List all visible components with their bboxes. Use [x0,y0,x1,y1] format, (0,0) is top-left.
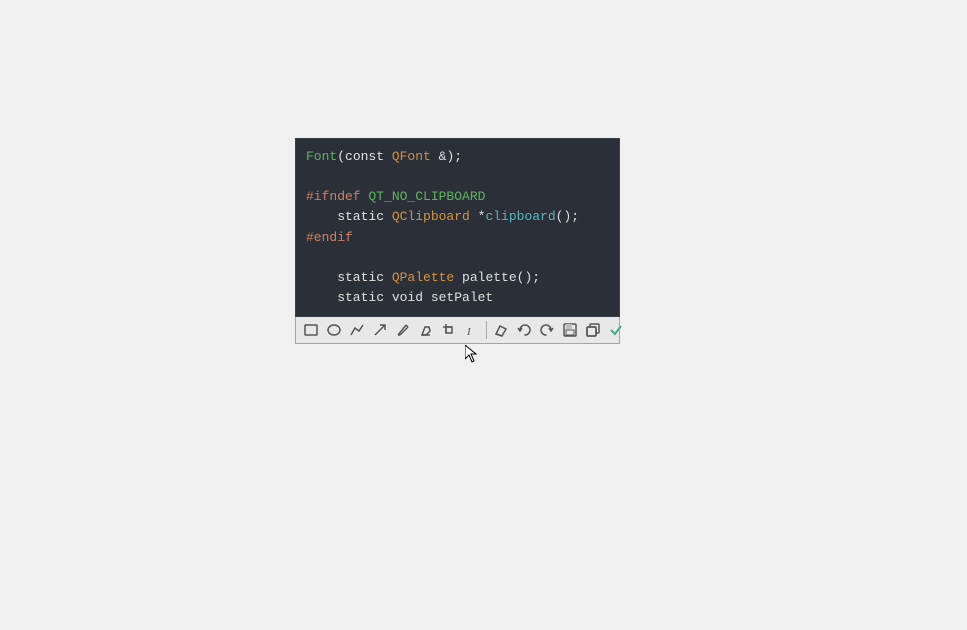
code-token: clipboard [485,209,555,224]
arrow-tool-button[interactable] [369,319,391,341]
code-block: Font(const QFont &); #ifndef QT_NO_CLIPB… [295,138,620,317]
code-token: * [470,209,486,224]
code-token: QClipboard [392,209,470,224]
code-token: palette(); [454,270,540,285]
toolbar-separator [486,321,487,339]
code-token: static [306,209,392,224]
code-line [306,167,609,187]
line-tool-button[interactable] [346,319,368,341]
undo-button[interactable] [513,319,535,341]
confirm-button[interactable] [605,319,627,341]
eraser-tool-button[interactable] [490,319,512,341]
code-token: #endif [306,230,353,245]
code-line: #endif [306,228,609,248]
code-token: (); [556,209,579,224]
rectangle-tool-button[interactable] [300,319,322,341]
code-line: static QPalette palette(); [306,268,609,288]
svg-text:I: I [466,326,472,337]
redo-button[interactable] [536,319,558,341]
code-token: QT_NO_CLIPBOARD [361,189,486,204]
crop-tool-button[interactable] [438,319,460,341]
code-line [306,248,609,268]
code-token: QPalette [392,270,454,285]
save-button[interactable] [559,319,581,341]
code-token: (const [337,149,392,164]
copy-button[interactable] [582,319,604,341]
code-token: Font [306,149,337,164]
text-tool-button[interactable]: I [461,319,483,341]
ellipse-tool-button[interactable] [323,319,345,341]
code-line: static QClipboard *clipboard(); [306,207,609,227]
editor-container: Font(const QFont &); #ifndef QT_NO_CLIPB… [295,138,620,344]
code-token: static [306,270,392,285]
code-token: #ifndef [306,189,361,204]
annotation-toolbar: I [295,317,620,344]
code-token: static void setPalet [306,290,493,305]
code-line: #ifndef QT_NO_CLIPBOARD [306,187,609,207]
code-token: QFont [392,149,431,164]
highlight-tool-button[interactable] [415,319,437,341]
pencil-tool-button[interactable] [392,319,414,341]
code-line: static void setPalet [306,288,609,308]
mouse-cursor [465,345,477,363]
code-line: Font(const QFont &); [306,147,609,167]
code-token: &); [431,149,462,164]
